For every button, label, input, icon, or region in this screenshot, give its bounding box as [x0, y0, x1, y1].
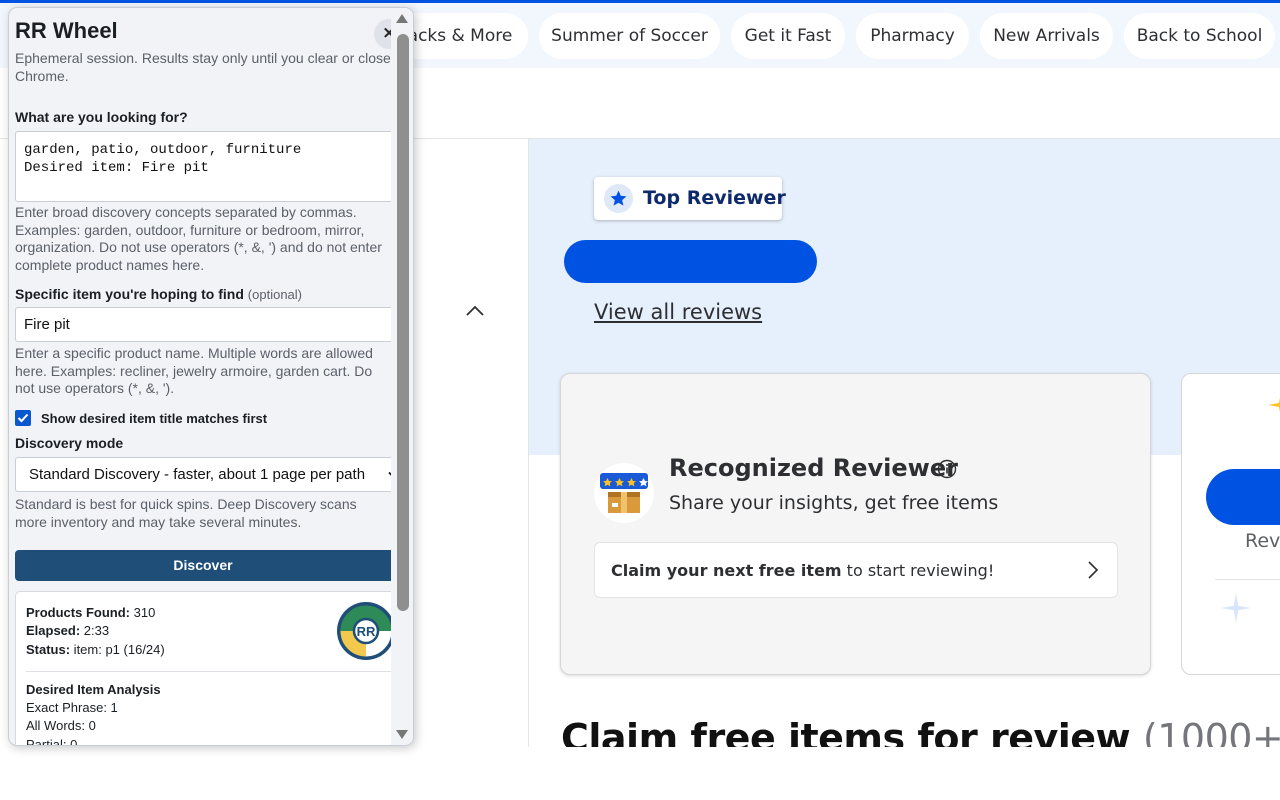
specific-item-label: Specific item you're hoping to find (opt…: [15, 286, 302, 302]
panel-title: RR Wheel: [15, 18, 118, 43]
card-subtitle: Share your insights, get free items: [669, 492, 999, 514]
nav-pill-pharmacy[interactable]: Pharmacy: [856, 13, 969, 59]
card-decoration: [1206, 469, 1280, 525]
card-title: Recognized Reviewer: [669, 454, 958, 482]
nav-pill-back-to-school[interactable]: Back to School: [1124, 13, 1275, 59]
close-icon: ×: [382, 23, 391, 43]
claim-text: Claim your next free item to start revie…: [611, 561, 994, 580]
results-panel: Products Found: 310 Elapsed: 2:33 Status…: [15, 591, 391, 745]
top-reviewer-label: Top Reviewer: [643, 187, 786, 209]
nav-pill-get-it-fast[interactable]: Get it Fast: [731, 13, 845, 59]
products-found-label: Products Found:: [26, 605, 130, 620]
specific-label-text: Specific item you're hoping to find: [15, 286, 244, 302]
discovery-mode-value: Standard Discovery - faster, about 1 pag…: [29, 466, 366, 483]
panel-scrollbar[interactable]: [393, 8, 413, 745]
show-matches-label[interactable]: Show desired item title matches first: [41, 411, 267, 426]
optional-note: (optional): [247, 287, 302, 302]
all-words-count: All Words: 0: [26, 718, 96, 733]
recognized-reviewer-card: Recognized Reviewer Share your insights,…: [560, 373, 1151, 675]
elapsed-label: Elapsed:: [26, 623, 81, 638]
session-note: Ephemeral session. Results stay only unt…: [15, 50, 391, 84]
chevron-down-icon: [388, 471, 391, 476]
sparkle-icon-2: [1221, 593, 1251, 623]
rr-logo-text: RR: [357, 624, 376, 639]
results-divider: [26, 671, 391, 672]
scroll-down-arrow-icon[interactable]: [395, 729, 409, 741]
chevron-right-icon: [1088, 561, 1099, 579]
top-reviewer-badge: Top Reviewer: [594, 177, 786, 220]
status-text: Status: item: p1 (16/24): [26, 642, 165, 657]
elapsed-value: 2:33: [80, 623, 110, 638]
close-button[interactable]: ×: [374, 19, 391, 49]
partial-count: Partial: 0: [26, 737, 78, 745]
checkmark-icon: [17, 413, 29, 423]
scroll-up-arrow-icon[interactable]: [395, 12, 409, 24]
rr-wheel-panel: RR Wheel × Ephemeral session. Results st…: [8, 7, 414, 746]
specific-item-input[interactable]: Fire pit: [15, 307, 391, 342]
discovery-mode-label: Discovery mode: [15, 435, 124, 451]
nav-pill-summer-soccer[interactable]: Summer of Soccer: [539, 13, 720, 59]
reviewer-box-icon: [594, 463, 654, 523]
status-label: Status:: [26, 642, 71, 657]
discovery-mode-select[interactable]: Standard Discovery - faster, about 1 pag…: [15, 457, 391, 492]
nav-pill-new-arrivals[interactable]: New Arrivals: [980, 13, 1113, 59]
elapsed-time: Elapsed: 2:33: [26, 623, 109, 638]
specific-help: Enter a specific product name. Multiple …: [15, 345, 373, 397]
mode-help: Standard is best for quick spins. Deep D…: [15, 496, 357, 530]
claim-text-rest: to start reviewing!: [841, 561, 995, 580]
looking-label: What are you looking for?: [15, 109, 188, 125]
second-card-text: Revi: [1245, 530, 1280, 552]
discover-button[interactable]: Discover: [15, 550, 391, 581]
primary-action-button[interactable]: [564, 240, 817, 283]
analysis-title: Desired Item Analysis: [26, 682, 161, 697]
sparkle-icon: [1268, 397, 1280, 413]
products-found: Products Found: 310: [26, 605, 155, 620]
show-matches-checkbox[interactable]: [15, 410, 31, 426]
claim-text-bold: Claim your next free item: [611, 561, 842, 580]
info-icon[interactable]: [937, 459, 957, 479]
looking-help: Enter broad discovery concepts separated…: [15, 204, 382, 274]
scrollbar-thumb[interactable]: [397, 34, 409, 611]
view-all-reviews-link[interactable]: View all reviews: [594, 300, 762, 324]
page-bottom: [0, 747, 1280, 800]
card-divider: [1215, 579, 1280, 580]
chevron-up-icon[interactable]: [464, 300, 486, 322]
status-value: item: p1 (16/24): [70, 642, 165, 657]
rr-wheel-logo: RR: [336, 601, 391, 661]
star-badge-icon: [604, 184, 633, 213]
claim-free-item-link[interactable]: Claim your next free item to start revie…: [594, 542, 1118, 598]
panel-content: RR Wheel × Ephemeral session. Results st…: [9, 8, 391, 745]
exact-phrase-count: Exact Phrase: 1: [26, 700, 118, 715]
products-found-value: 310: [130, 605, 156, 620]
second-reviewer-card: Revi: [1181, 373, 1280, 675]
discovery-concepts-input[interactable]: garden, patio, outdoor, furniture Desire…: [15, 131, 391, 202]
